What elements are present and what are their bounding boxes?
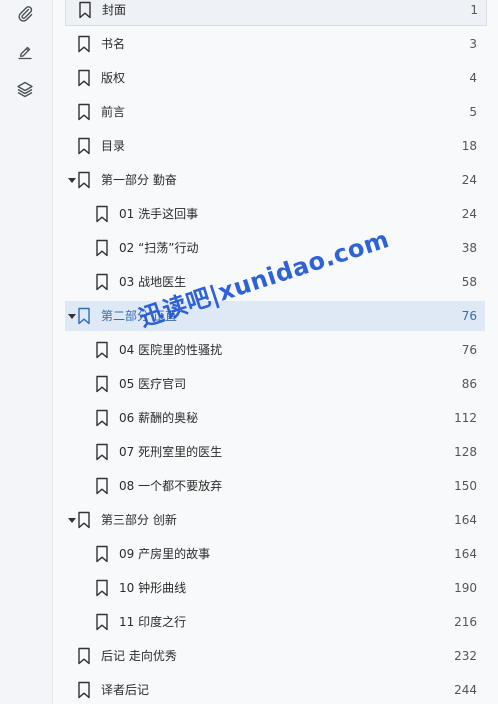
toc-item[interactable]: 第二部分 正直 76 — [65, 301, 485, 331]
toc-item[interactable]: 05 医疗官司 86 — [65, 369, 485, 399]
bookmark-icon — [78, 103, 90, 121]
toc-item-page: 216 — [454, 615, 477, 629]
toc-item-page: 24 — [461, 173, 477, 187]
left-toolbar — [0, 0, 53, 704]
toc-item-title: 09 产房里的故事 — [119, 547, 211, 561]
bookmark-icon — [96, 239, 108, 257]
toc-item-title: 08 一个都不要放弃 — [119, 479, 223, 493]
toc-item-page: 150 — [454, 479, 477, 493]
toc-item-page: 5 — [469, 105, 477, 119]
toc-item-page: 58 — [461, 275, 477, 289]
toc-item-page: 18 — [461, 139, 477, 153]
toc-item-page: 190 — [454, 581, 477, 595]
bookmark-icon — [78, 647, 90, 665]
paperclip-icon[interactable] — [12, 0, 38, 26]
toc-item-title: 10 钟形曲线 — [119, 581, 187, 595]
toc-item-page: 86 — [461, 377, 477, 391]
toc-item[interactable]: 03 战地医生 58 — [65, 267, 485, 297]
toc-item-page: 1 — [470, 3, 478, 17]
toc-item-page: 232 — [454, 649, 477, 663]
toc-item-title: 第二部分 正直 — [101, 309, 177, 323]
toc-item[interactable]: 书名 3 — [65, 29, 485, 59]
toc-item-title: 版权 — [101, 71, 126, 85]
toc-item[interactable]: 前言 5 — [65, 97, 485, 127]
layers-icon[interactable] — [12, 76, 38, 102]
toc-item-title: 11 印度之行 — [119, 615, 187, 629]
bookmark-icon — [96, 613, 108, 631]
table-of-contents: 封面 1 书名 3 版权 4 前言 5 目录 18 第一部分 勤奋 24 01 洗手这回事 24 02 “扫… — [53, 0, 498, 704]
toc-item-page: 3 — [469, 37, 477, 51]
toc-item-title: 01 洗手这回事 — [119, 207, 199, 221]
toc-item-page: 164 — [454, 547, 477, 561]
bookmark-icon — [78, 137, 90, 155]
toc-item[interactable]: 目录 18 — [65, 131, 485, 161]
toc-item-title: 书名 — [101, 37, 126, 51]
toc-item[interactable]: 译者后记 244 — [65, 675, 485, 705]
toc-item-title: 06 薪酬的奥秘 — [119, 411, 199, 425]
toc-item[interactable]: 04 医院里的性骚扰 76 — [65, 335, 485, 365]
toc-item-page: 164 — [454, 513, 477, 527]
bookmark-icon — [96, 545, 108, 563]
toc-item-page: 112 — [454, 411, 477, 425]
toc-item[interactable]: 10 钟形曲线 190 — [65, 573, 485, 603]
toc-item-page: 76 — [461, 309, 477, 323]
toc-item-page: 38 — [461, 241, 477, 255]
toc-item[interactable]: 封面 1 — [65, 0, 487, 26]
toc-item-page: 4 — [469, 71, 477, 85]
toc-item[interactable]: 06 薪酬的奥秘 112 — [65, 403, 485, 433]
toc-item[interactable]: 版权 4 — [65, 63, 485, 93]
toc-item[interactable]: 第三部分 创新 164 — [65, 505, 485, 535]
caret-down-icon[interactable] — [67, 513, 77, 527]
bookmark-icon — [96, 273, 108, 291]
toc-item-title: 第一部分 勤奋 — [101, 173, 177, 187]
toc-item[interactable]: 第一部分 勤奋 24 — [65, 165, 485, 195]
bookmark-icon — [78, 35, 90, 53]
toc-item-title: 前言 — [101, 105, 126, 119]
bookmark-icon — [96, 443, 108, 461]
bookmark-icon — [78, 171, 90, 189]
bookmark-icon — [78, 69, 90, 87]
toc-item-title: 07 死刑室里的医生 — [119, 445, 223, 459]
bookmark-icon — [79, 1, 91, 19]
toc-item-title: 03 战地医生 — [119, 275, 187, 289]
toc-item-page: 128 — [454, 445, 477, 459]
bookmark-icon — [96, 375, 108, 393]
bookmark-icon — [96, 341, 108, 359]
bookmark-icon — [78, 681, 90, 699]
toc-item-title: 05 医疗官司 — [119, 377, 187, 391]
toc-item[interactable]: 09 产房里的故事 164 — [65, 539, 485, 569]
toc-item-page: 244 — [454, 683, 477, 697]
toc-item[interactable]: 11 印度之行 216 — [65, 607, 485, 637]
toc-item[interactable]: 08 一个都不要放弃 150 — [65, 471, 485, 501]
toc-item-page: 24 — [461, 207, 477, 221]
toc-item-title: 04 医院里的性骚扰 — [119, 343, 223, 357]
toc-item[interactable]: 07 死刑室里的医生 128 — [65, 437, 485, 467]
caret-down-icon[interactable] — [67, 309, 77, 323]
toc-item[interactable]: 后记 走向优秀 232 — [65, 641, 485, 671]
toc-item[interactable]: 01 洗手这回事 24 — [65, 199, 485, 229]
toc-item-page: 76 — [461, 343, 477, 357]
caret-down-icon[interactable] — [67, 173, 77, 187]
toc-item-title: 02 “扫荡”行动 — [119, 241, 199, 255]
toc-item-title: 封面 — [102, 3, 127, 17]
bookmark-icon — [78, 307, 90, 325]
toc-item[interactable]: 02 “扫荡”行动 38 — [65, 233, 485, 263]
toc-item-title: 译者后记 — [101, 683, 150, 697]
toc-item-title: 第三部分 创新 — [101, 513, 177, 527]
bookmark-icon — [96, 409, 108, 427]
bookmark-icon — [78, 511, 90, 529]
toc-item-title: 目录 — [101, 139, 126, 153]
bookmark-icon — [96, 205, 108, 223]
pen-icon[interactable] — [12, 38, 38, 64]
bookmark-icon — [96, 579, 108, 597]
bookmark-icon — [96, 477, 108, 495]
toc-item-title: 后记 走向优秀 — [101, 649, 177, 663]
